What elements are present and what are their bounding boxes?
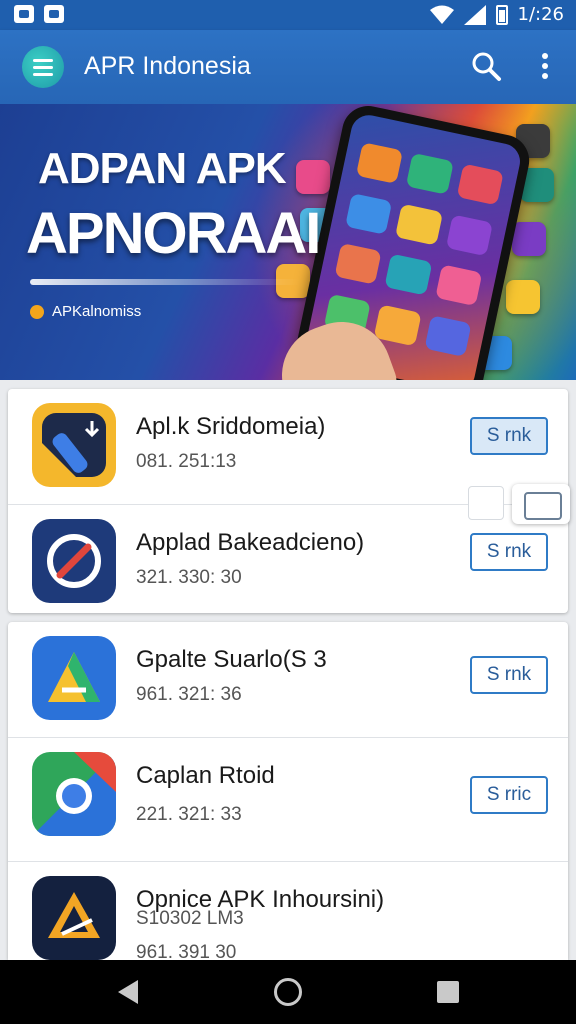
install-button[interactable]: S rnk [470, 533, 548, 571]
notification-icon [14, 5, 34, 23]
app-icon-decor [506, 280, 540, 314]
install-button[interactable]: S rric [470, 776, 548, 814]
tagline-text: APKalnomiss [52, 303, 142, 320]
app-size: 961. 321: 36 [136, 684, 242, 705]
banner-tagline: APKalnomiss [30, 303, 141, 320]
app-size: 321. 330: 30 [136, 567, 242, 588]
drive-triangle-icon [32, 636, 116, 720]
app-size: 081. 251:13 [136, 451, 237, 472]
app-name: Gpalte Suarlo(S 3 [136, 646, 327, 673]
status-time: 1/:26 [517, 4, 565, 25]
list-item[interactable]: Applad Bakeadcieno) 321. 330: 30 S rnk [8, 505, 568, 621]
signal-icon [463, 4, 486, 25]
install-button[interactable]: S rnk [470, 417, 548, 455]
banner-title-line1: ADPAN APK [38, 144, 287, 193]
battery-icon [495, 4, 508, 25]
chrome-icon [32, 752, 116, 836]
app-bar: APR Indonesia [0, 30, 576, 104]
app-list-card: Gpalte Suarlo(S 3 961. 321: 36 S rnk Cap… [8, 622, 568, 963]
list-item[interactable]: Caplan Rtoid 221. 321: 33 S rric [8, 738, 568, 862]
promo-banner[interactable]: ADPAN APK APNORAAI APKalnomiss [0, 104, 576, 380]
app-name: Apl.k Sriddomeia) [136, 413, 326, 440]
banner-title-line2: APNORAAI [26, 201, 321, 266]
wifi-icon [429, 5, 454, 24]
recent-apps-icon[interactable] [437, 981, 459, 1003]
search-icon[interactable] [470, 50, 502, 82]
list-item[interactable]: Gpalte Suarlo(S 3 961. 321: 36 S rnk [8, 622, 568, 738]
status-bar: 1/:26 [0, 0, 576, 30]
banner-underline [30, 279, 300, 285]
image-notification-icon [44, 5, 64, 23]
download-tool-icon [32, 403, 116, 487]
app-size: 221. 321: 33 [136, 804, 242, 825]
app-icon-decor [296, 160, 330, 194]
app-list-card: Apl.k Sriddomeia) 081. 251:13 S rnk Appl… [8, 389, 570, 613]
tagline-dot-icon [30, 304, 44, 319]
app-name: Caplan Rtoid [136, 762, 275, 789]
app-name: Applad Bakeadcieno) [136, 529, 365, 556]
home-icon[interactable] [274, 978, 302, 1006]
more-options-icon[interactable] [532, 50, 558, 82]
app-title: APR Indonesia [84, 52, 251, 80]
install-button[interactable]: S rnk [470, 656, 548, 694]
compass-icon [32, 519, 116, 603]
app-icon-decor [512, 222, 546, 256]
system-nav-bar [0, 960, 576, 1024]
app-version: S10302 LM3 [136, 908, 244, 929]
back-icon[interactable] [118, 980, 138, 1004]
delta-triangle-icon [32, 876, 116, 960]
menu-button[interactable] [22, 46, 64, 88]
